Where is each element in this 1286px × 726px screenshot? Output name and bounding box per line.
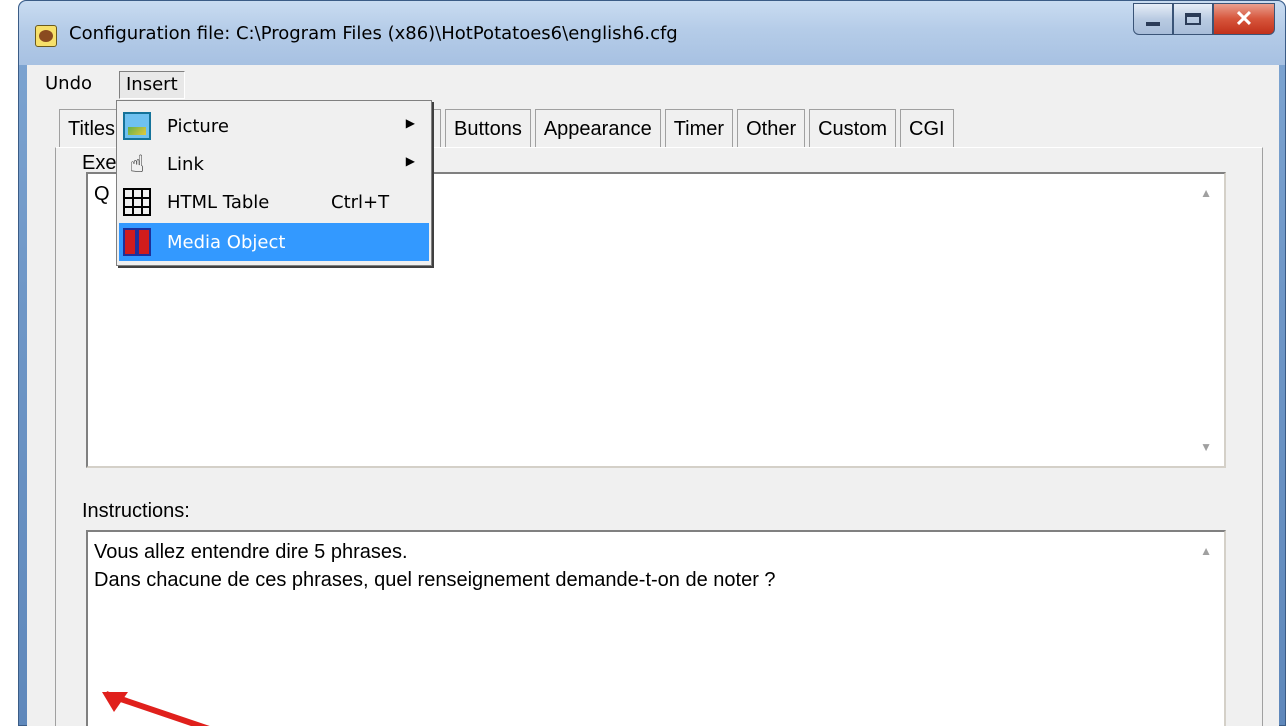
tab-timer[interactable]: Timer	[664, 109, 734, 147]
menu-item-label: HTML Table	[167, 192, 270, 213]
instructions-value: Vous allez entendre dire 5 phrases. Dans…	[94, 541, 776, 591]
menu-bar: Undo Insert	[27, 65, 1279, 99]
menu-item-label: Picture	[167, 116, 229, 137]
minimize-button[interactable]	[1133, 3, 1173, 35]
maximize-icon	[1185, 13, 1201, 25]
close-icon: ✕	[1234, 6, 1254, 31]
tab-cgi[interactable]: CGI	[900, 109, 954, 147]
scroll-up-icon[interactable]: ▲	[1200, 544, 1212, 558]
exercise-title-value: Q	[94, 183, 110, 205]
tab-custom[interactable]: Custom	[809, 109, 897, 147]
menu-item-label: Link	[167, 154, 204, 175]
scroll-up-icon[interactable]: ▲	[1200, 186, 1212, 200]
tab-buttons[interactable]: Buttons	[445, 109, 531, 147]
hand-link-icon: ☝	[129, 150, 145, 178]
menu-item-label: Media Object	[167, 232, 286, 253]
picture-icon	[123, 112, 151, 140]
instructions-field[interactable]: Vous allez entendre dire 5 phrases. Dans…	[86, 530, 1226, 726]
gift-box-icon	[123, 228, 151, 256]
tab-appearance[interactable]: Appearance	[534, 109, 661, 147]
menu-undo[interactable]: Undo	[39, 71, 98, 99]
minimize-icon	[1146, 22, 1160, 26]
close-button[interactable]: ✕	[1213, 3, 1275, 35]
window-title: Configuration file: C:\Program Files (x8…	[69, 23, 678, 44]
maximize-button[interactable]	[1173, 3, 1213, 35]
menu-item-shortcut: Ctrl+T	[331, 192, 390, 213]
hot-potatoes-icon	[35, 25, 57, 47]
table-grid-icon	[123, 188, 151, 216]
menu-item-link[interactable]: ☝ Link ▶	[119, 145, 429, 183]
scroll-down-icon[interactable]: ▼	[1200, 440, 1212, 454]
annotation-arrow	[102, 691, 210, 726]
menu-item-html-table[interactable]: HTML Table Ctrl+T	[119, 183, 429, 221]
menu-insert[interactable]: Insert	[119, 71, 185, 99]
menu-item-picture[interactable]: Picture ▶	[119, 107, 429, 145]
title-bar[interactable]: Configuration file: C:\Program Files (x8…	[19, 1, 1285, 65]
tab-other[interactable]: Other	[737, 109, 806, 147]
menu-item-media-object[interactable]: Media Object	[119, 223, 429, 261]
instructions-label: Instructions:	[82, 500, 190, 522]
window-controls: ✕	[1133, 3, 1275, 35]
submenu-arrow-icon: ▶	[405, 154, 415, 168]
insert-dropdown-menu: Picture ▶ ☝ Link ▶ HTML Table Ctrl+T Med…	[116, 100, 432, 266]
submenu-arrow-icon: ▶	[405, 116, 415, 130]
